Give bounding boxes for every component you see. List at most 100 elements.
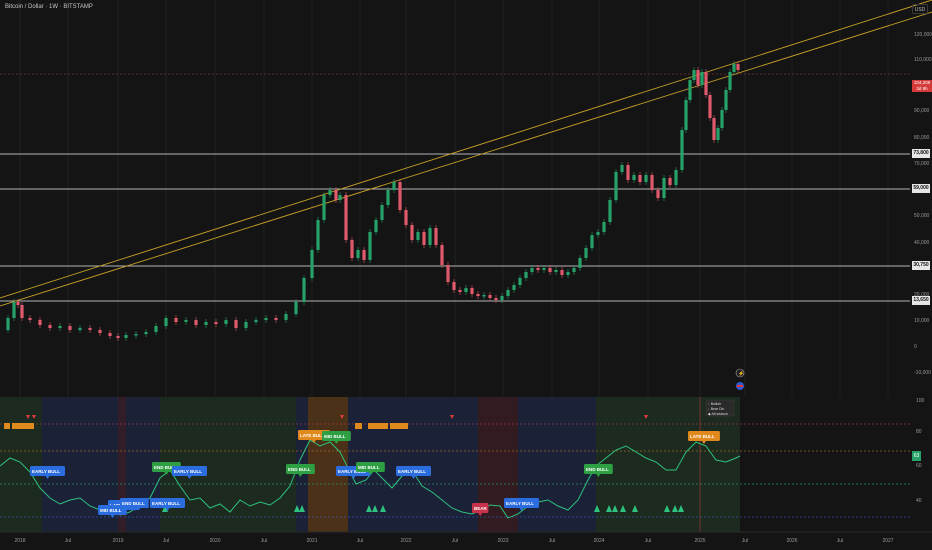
candle-body	[20, 305, 24, 318]
phase-label-text: END BULL	[586, 467, 609, 472]
time-tick-label: Jul	[452, 538, 458, 544]
indicator-tick-label: 60	[916, 463, 922, 469]
candle-body	[692, 70, 696, 80]
candle-body	[530, 268, 534, 272]
time-tick-label: Jul	[163, 538, 169, 544]
last-price-countdown: 3d 9h	[916, 86, 928, 91]
indicator-tick-label: 80	[916, 429, 922, 435]
candle-body	[428, 228, 432, 245]
candle-body	[58, 326, 62, 328]
candle-body	[572, 268, 576, 272]
candle-body	[392, 182, 396, 190]
price-tick-label: 50,000	[914, 213, 930, 219]
time-tick-label: Jul	[357, 538, 363, 544]
candle-body	[476, 294, 480, 296]
phase-label-text: MID BULL	[358, 465, 380, 470]
candle-body	[124, 335, 128, 338]
svg-text:⚡: ⚡	[738, 370, 744, 377]
candle-body	[254, 320, 258, 322]
candle-body	[294, 302, 298, 314]
currency-button[interactable]: USD	[912, 4, 928, 14]
candle-body	[350, 240, 354, 258]
candle-body	[6, 318, 10, 330]
chart-canvas[interactable]: 120,000110,000100,00090,00080,00070,0006…	[0, 0, 932, 550]
phase-label-text: MID BULL	[100, 508, 122, 513]
candle-body	[174, 318, 178, 322]
candle-body	[12, 302, 16, 318]
phase-label-text: BEAR	[474, 506, 488, 511]
candle-body	[214, 322, 218, 324]
indicator-current-tag: 63	[912, 451, 921, 461]
time-tick-label: Jul	[65, 538, 71, 544]
candle-body	[506, 290, 510, 296]
candle-body	[736, 64, 740, 70]
candle-body	[440, 245, 444, 265]
candle-body	[704, 72, 708, 95]
candle-body	[410, 225, 414, 240]
candle-body	[404, 210, 408, 225]
price-tick-label: 110,000	[914, 57, 932, 63]
time-tick-label: 2023	[497, 538, 508, 544]
time-tick-label: 2021	[306, 538, 317, 544]
candle-body	[284, 314, 288, 320]
candle-body	[536, 268, 540, 270]
candle-body	[578, 258, 582, 268]
candle-body	[356, 250, 360, 258]
time-tick-label: 2027	[882, 538, 893, 544]
candle-body	[78, 328, 82, 330]
candle-body	[302, 278, 306, 302]
candle-body	[274, 318, 278, 320]
candle-body	[398, 182, 402, 210]
candle-body	[662, 178, 666, 198]
candle-body	[500, 296, 504, 300]
price-tick-label: -10,000	[914, 370, 931, 376]
candle-body	[668, 178, 672, 185]
candle-body	[338, 195, 342, 200]
candle-body	[234, 320, 238, 328]
candle-body	[184, 320, 188, 322]
indicator-panel	[0, 397, 910, 532]
time-tick-label: Jul	[742, 538, 748, 544]
price-tick-label: 0	[914, 344, 917, 350]
candle-body	[560, 270, 564, 275]
candle-body	[590, 235, 594, 248]
candle-body	[194, 320, 198, 325]
candle-body	[512, 285, 516, 290]
candle-body	[518, 278, 522, 285]
candle-body	[674, 170, 678, 185]
time-tick-label: 2018	[14, 538, 25, 544]
candle-body	[632, 175, 636, 180]
time-tick-label: 2025	[694, 538, 705, 544]
level-tag-1: 73,800	[912, 149, 930, 158]
phase-label-text: EARLY BULL	[32, 469, 60, 474]
candle-body	[700, 72, 704, 85]
price-tick-label: 70,000	[914, 161, 930, 167]
candle-body	[434, 228, 438, 245]
candle-body	[638, 175, 642, 182]
candle-body	[48, 325, 52, 328]
time-tick-label: 2022	[400, 538, 411, 544]
candle-body	[548, 268, 552, 272]
candle-body	[696, 70, 700, 85]
candle-body	[524, 272, 528, 278]
time-tick-label: Jul	[837, 538, 843, 544]
candle-body	[650, 175, 654, 190]
candle-body	[416, 232, 420, 240]
candle-body	[716, 128, 720, 140]
candle-body	[134, 334, 138, 336]
candle-body	[608, 200, 612, 222]
candle-body	[16, 302, 20, 305]
candle-body	[204, 322, 208, 325]
price-tick-label: 120,000	[914, 32, 932, 38]
candle-body	[656, 190, 660, 198]
candle-body	[362, 250, 366, 260]
candle-body	[224, 320, 228, 324]
candle-body	[322, 195, 326, 220]
candle-body	[116, 336, 120, 338]
price-tick-label: 90,000	[914, 108, 930, 114]
level-tag-4: 13,650	[912, 296, 930, 305]
symbol-title[interactable]: Bitcoin / Dollar · 1W · BITSTAMP	[5, 4, 93, 10]
candle-body	[732, 64, 736, 72]
candle-body	[38, 320, 42, 325]
candle-body	[554, 270, 558, 272]
